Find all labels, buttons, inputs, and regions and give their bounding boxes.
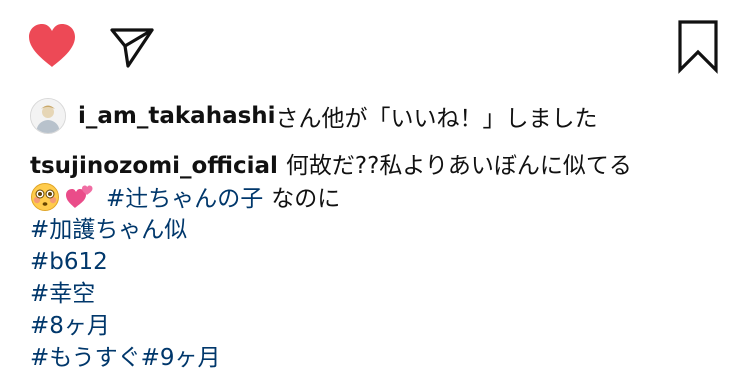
heart-filled-icon[interactable] — [26, 22, 78, 70]
author-username-link[interactable]: tsujinozomi_official — [30, 153, 278, 179]
caption-text: なのに — [271, 186, 341, 212]
hashtag-link[interactable]: #辻ちゃんの子 — [106, 186, 263, 212]
caption-line-1: tsujinozomi_official 何故だ??私よりあいぼんに似てる — [30, 150, 730, 182]
two-hearts-icon — [64, 182, 94, 212]
bookmark-icon[interactable] — [672, 18, 724, 74]
hashtag-link[interactable]: #b612 — [30, 249, 108, 275]
caption-line-6: #8ヶ月 — [30, 310, 730, 342]
caption-text: 何故だ??私よりあいぼんに似てる — [285, 153, 632, 179]
post-action-bar — [0, 0, 750, 90]
caption-line-5: #幸空 — [30, 278, 730, 310]
hashtag-link[interactable]: #幸空 — [30, 281, 95, 307]
avatar[interactable] — [30, 98, 66, 134]
hashtag-link[interactable]: #もうすぐ#9ヶ月 — [30, 345, 221, 371]
hashtag-link[interactable]: #加護ちゃん似 — [30, 217, 187, 243]
flushed-face-icon — [30, 182, 60, 212]
likes-summary: i_am_takahashi さん他が「いいね！」しました — [30, 98, 598, 134]
liker-username-link[interactable]: i_am_takahashi — [78, 103, 276, 129]
likes-suffix-text: さん他が「いいね！」しました — [275, 106, 598, 132]
caption-line-4: #b612 — [30, 246, 730, 278]
post-caption: tsujinozomi_official 何故だ??私よりあいぼんに似てる #辻ち… — [30, 150, 730, 374]
caption-line-7: #もうすぐ#9ヶ月 — [30, 342, 730, 374]
hashtag-link[interactable]: #8ヶ月 — [30, 313, 110, 339]
caption-line-2: #辻ちゃんの子 なのに — [30, 182, 730, 214]
send-icon[interactable] — [106, 22, 158, 70]
caption-line-3: #加護ちゃん似 — [30, 214, 730, 246]
